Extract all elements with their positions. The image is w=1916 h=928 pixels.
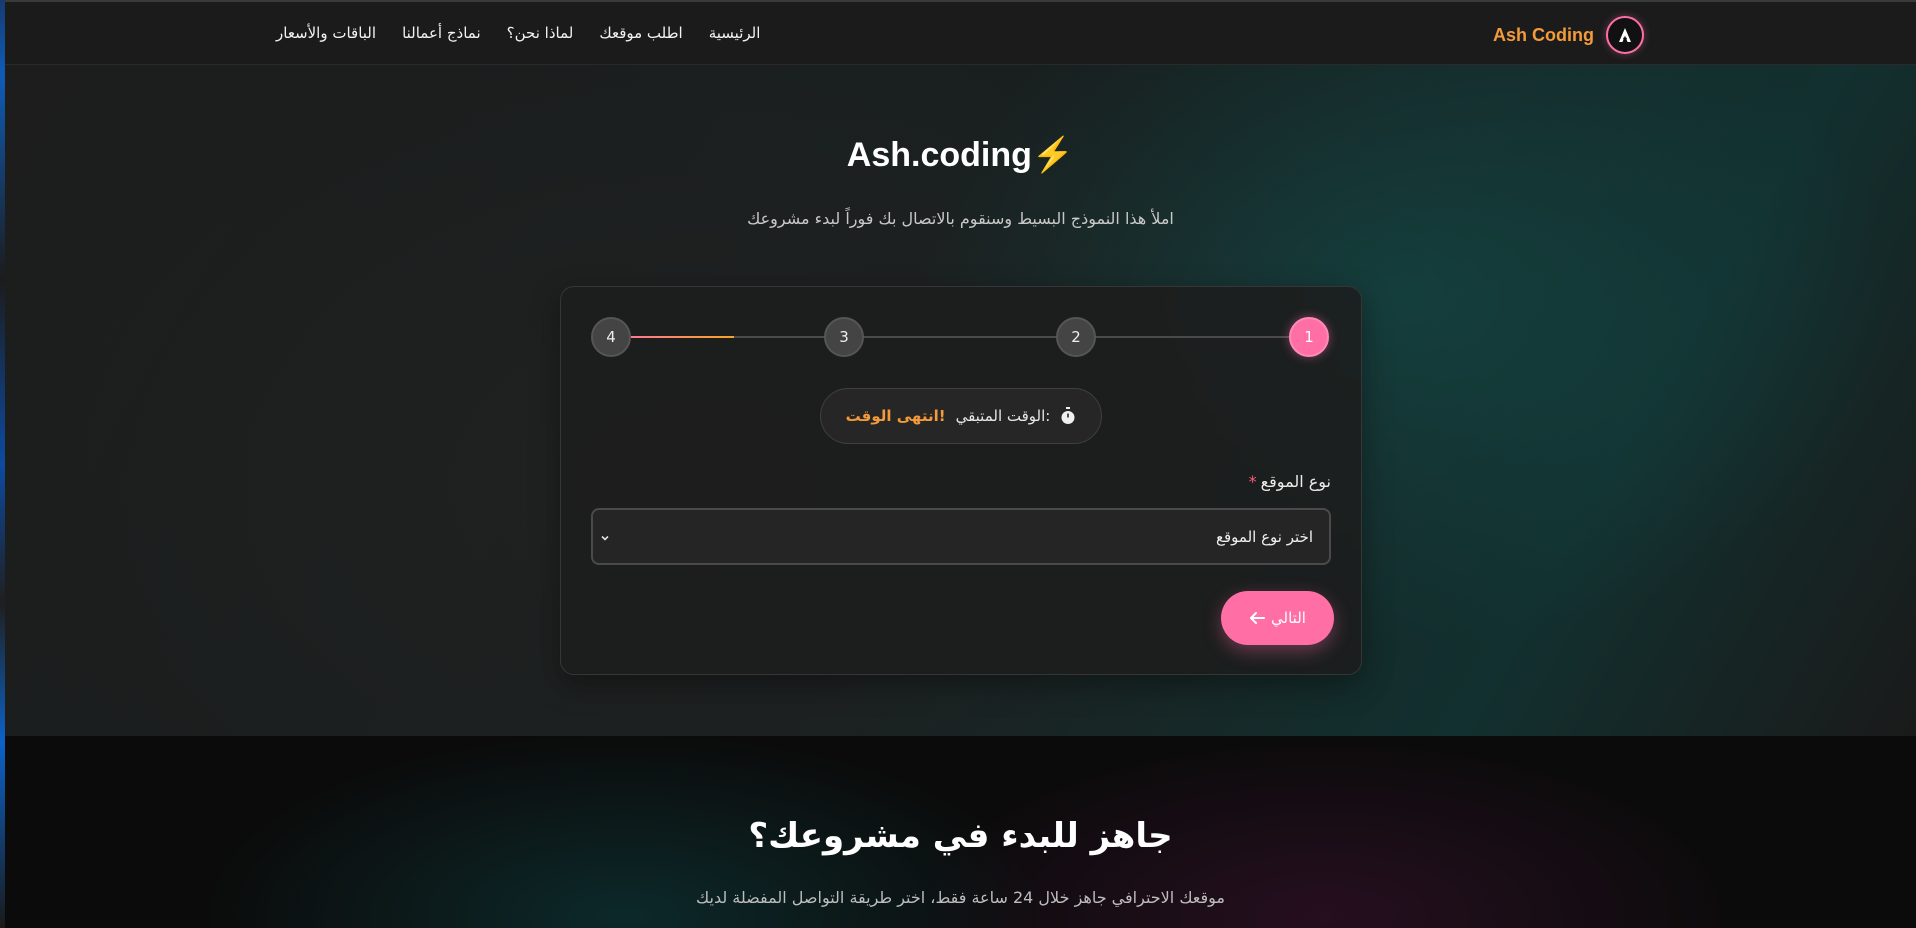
- timer-label: الوقت المتبقي:: [955, 407, 1051, 425]
- navbar: Ash Coding الرئيسية اطلب موقعك لماذا نحن…: [5, 0, 1916, 65]
- next-button-label: التالي: [1271, 609, 1306, 627]
- nav-link-home[interactable]: الرئيسية: [709, 24, 761, 42]
- cta-title: جاهز للبدء في مشروعك؟: [748, 816, 1173, 856]
- stopwatch-icon: [1061, 407, 1075, 424]
- next-button[interactable]: التالي: [1221, 591, 1334, 645]
- step-number: 4: [606, 328, 616, 346]
- brand[interactable]: Ash Coding: [1493, 16, 1644, 54]
- timer-badge: الوقت المتبقي: انتهى الوقت!: [820, 388, 1102, 444]
- cta-section: جاهز للبدء في مشروعك؟ موقعك الاحترافي جا…: [5, 736, 1916, 928]
- step-3[interactable]: 3: [824, 317, 864, 357]
- cta-subtitle: موقعك الاحترافي جاهز خلال 24 ساعة فقط، ا…: [696, 888, 1225, 907]
- hero-subtitle: املأ هذا النموذج البسيط وسنقوم بالاتصال …: [747, 209, 1174, 228]
- site-type-label-text: نوع الموقع: [1260, 472, 1331, 491]
- nav-link-portfolio[interactable]: نماذج أعمالنا: [402, 24, 481, 42]
- site-type-selected-value: اختر نوع الموقع: [1216, 528, 1313, 546]
- step-2[interactable]: 2: [1056, 317, 1096, 357]
- brand-name: Ash Coding: [1493, 24, 1594, 45]
- web-page: Ash Coding الرئيسية اطلب موقعك لماذا نحن…: [5, 0, 1916, 928]
- site-type-label: نوع الموقع*: [1249, 472, 1331, 491]
- step-1[interactable]: 1: [1289, 317, 1329, 357]
- nav-menu: الرئيسية اطلب موقعك لماذا نحن؟ نماذج أعم…: [276, 24, 760, 42]
- nav-link-pricing[interactable]: الباقات والأسعار: [276, 24, 376, 42]
- chevron-down-icon: [601, 535, 609, 541]
- required-mark: *: [1248, 472, 1257, 491]
- a-logo-icon: [1606, 16, 1644, 54]
- step-number: 1: [1304, 328, 1314, 346]
- nav-link-order-site[interactable]: اطلب موقعك: [599, 24, 682, 42]
- lightning-icon: ⚡: [1031, 136, 1075, 174]
- hero-title: Ash.coding⚡: [5, 135, 1916, 175]
- step-number: 2: [1071, 328, 1081, 346]
- steps-progress-bar: [614, 336, 734, 338]
- order-form-card: 4 3 2 1 الوقت المتبقي: انتهى الوقت! نوع …: [560, 286, 1362, 675]
- step-4[interactable]: 4: [591, 317, 631, 357]
- site-type-select[interactable]: اختر نوع الموقع: [591, 508, 1331, 565]
- step-number: 3: [839, 328, 849, 346]
- timer-value: انتهى الوقت!: [845, 407, 946, 425]
- nav-link-why-us[interactable]: لماذا نحن؟: [507, 24, 574, 42]
- arrow-left-icon: [1250, 612, 1266, 624]
- hero-title-text: Ash.coding: [846, 136, 1032, 174]
- order-section: Ash.coding⚡ املأ هذا النموذج البسيط وسنق…: [5, 65, 1916, 736]
